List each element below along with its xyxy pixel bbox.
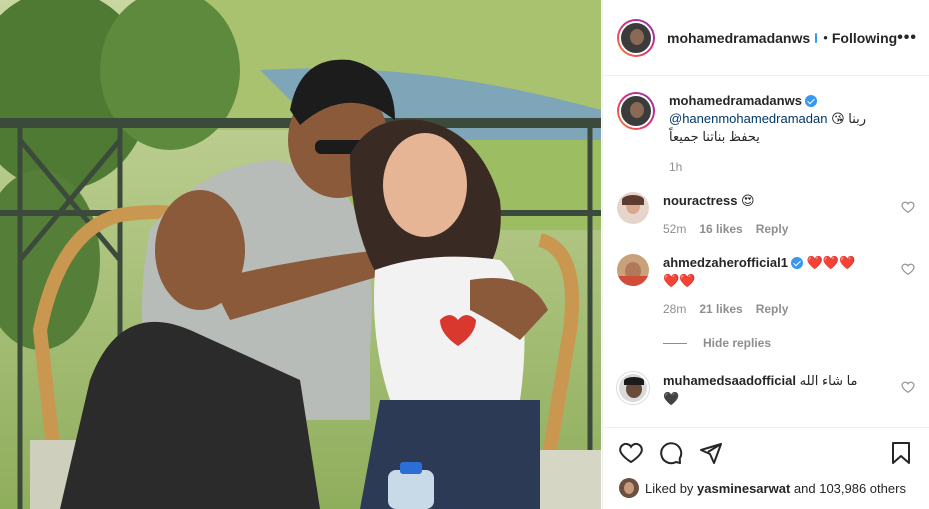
verified-badge-icon: [791, 257, 803, 269]
post-detail-panel: mohamedramadanws • Following ••• mohamed…: [602, 0, 929, 509]
comment-time: 52m: [663, 222, 687, 236]
caption-avatar[interactable]: [617, 92, 655, 130]
comments-list[interactable]: mohamedramadanws @hanenmohamedramadan 😘 …: [603, 76, 929, 427]
comment-time: 28m: [663, 302, 687, 316]
heart-icon[interactable]: [619, 441, 643, 465]
hide-replies-label: Hide replies: [703, 336, 772, 350]
post-header: mohamedramadanws • Following •••: [603, 0, 929, 76]
caption-text-line2: يحفظ بناتنا جميعاً: [669, 129, 760, 144]
caption-time: 1h: [669, 160, 683, 174]
comment-text-line2: ❤️❤️: [663, 273, 696, 288]
comment-username[interactable]: ahmedzaherofficial1: [663, 255, 788, 270]
author-username[interactable]: mohamedramadanws: [667, 30, 810, 46]
comment-username[interactable]: nouractress: [663, 193, 737, 208]
like-comment-heart-icon[interactable]: [901, 200, 915, 214]
verified-badge-icon: [815, 32, 818, 43]
divider-line: [663, 342, 687, 344]
liker-avatar[interactable]: [619, 478, 639, 498]
reply-button[interactable]: Reply: [756, 222, 789, 236]
comment-item: muhamedsaadofficial ما شاء الله 🖤: [617, 372, 915, 408]
post-photo[interactable]: [0, 0, 601, 509]
author-avatar[interactable]: [617, 18, 655, 57]
following-button[interactable]: Following: [832, 30, 897, 46]
comment-text: 😍: [741, 193, 755, 208]
comment-text-line2: 🖤: [663, 391, 680, 406]
comment-item: nouractress 😍 52m 16 likes Reply: [617, 192, 915, 236]
like-comment-heart-icon[interactable]: [901, 380, 915, 394]
photo-illustration: [0, 0, 601, 509]
comment-likes[interactable]: 21 likes: [699, 302, 742, 316]
caption-username[interactable]: mohamedramadanws: [669, 93, 802, 108]
comment-item: ahmedzaherofficial1 ❤️❤️❤️ ❤️❤️ 28m 21 l…: [617, 254, 915, 316]
likes-summary: Liked by yasminesarwat and 103,986 other…: [619, 478, 913, 498]
comment-username[interactable]: muhamedsaadofficial: [663, 373, 796, 388]
liked-by-prefix: Liked by: [645, 480, 694, 496]
reply-button[interactable]: Reply: [756, 302, 789, 316]
liker-username[interactable]: yasminesarwat: [697, 481, 790, 496]
comment-likes[interactable]: 16 likes: [699, 222, 742, 236]
commenter-avatar[interactable]: [617, 372, 649, 404]
more-options-icon[interactable]: •••: [897, 29, 917, 47]
hide-replies-button[interactable]: Hide replies: [663, 336, 915, 350]
share-icon[interactable]: [699, 441, 723, 465]
commenter-avatar[interactable]: [617, 192, 649, 224]
comment-text: ❤️❤️❤️: [806, 255, 856, 270]
bookmark-icon[interactable]: [889, 441, 913, 465]
separator-dot: •: [823, 30, 828, 45]
caption-mention[interactable]: @hanenmohamedramadan: [669, 111, 827, 126]
likes-others-count[interactable]: and 103,986 others: [794, 481, 906, 496]
comment-text: ما شاء الله: [799, 373, 858, 388]
comment-icon[interactable]: [659, 441, 683, 465]
caption-text-line1: ربنا: [848, 111, 867, 126]
verified-badge-icon: [804, 95, 817, 107]
caption: mohamedramadanws @hanenmohamedramadan 😘 …: [617, 92, 915, 174]
commenter-avatar[interactable]: [617, 254, 649, 286]
like-comment-heart-icon[interactable]: [901, 262, 915, 276]
post-actions: Liked by yasminesarwat and 103,986 other…: [603, 427, 929, 509]
caption-emoji: 😘: [831, 111, 845, 126]
